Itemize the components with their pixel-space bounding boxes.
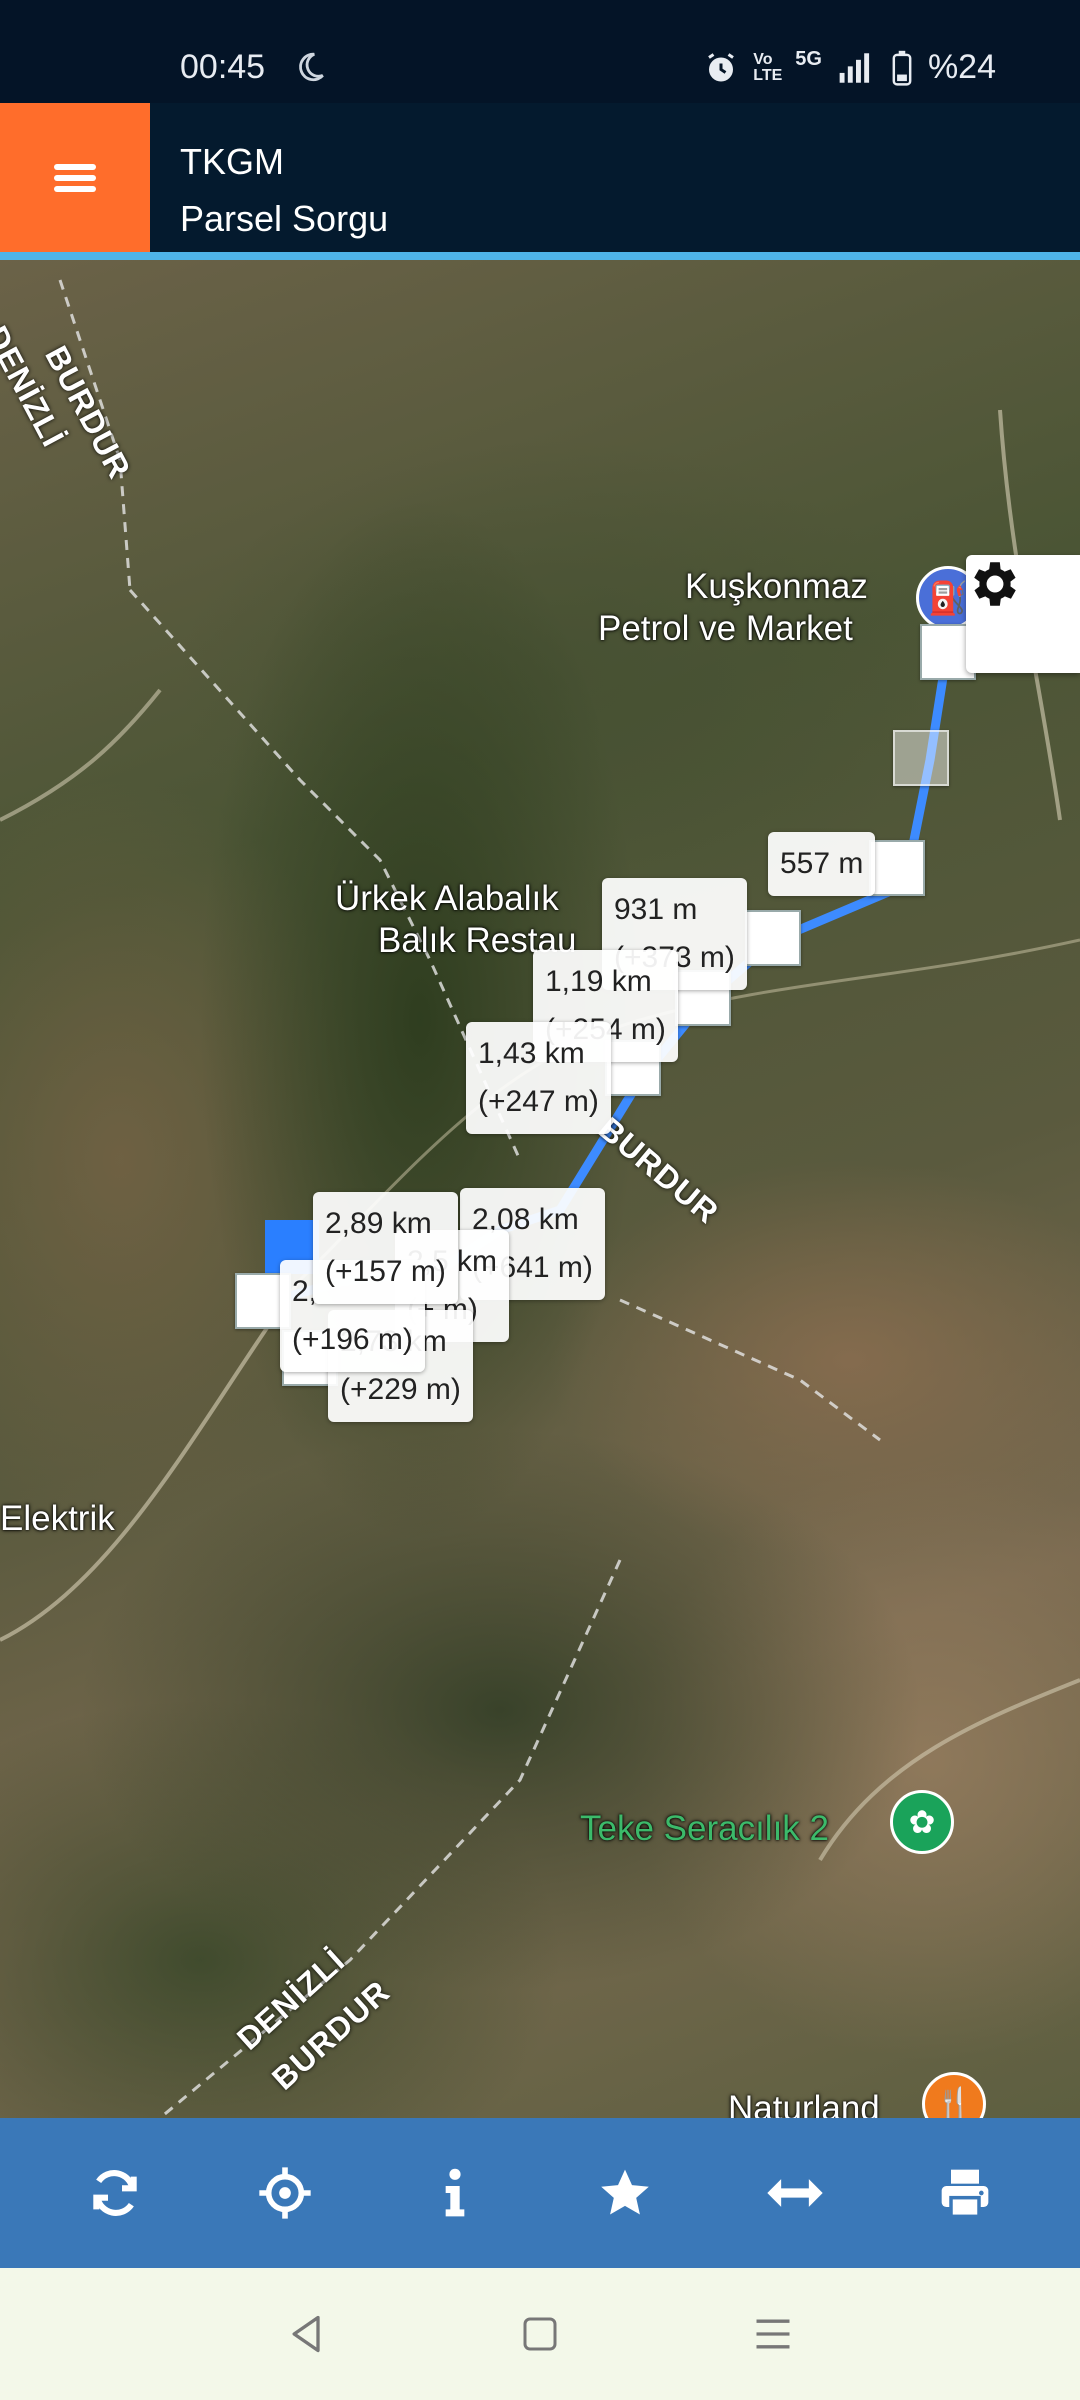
info-button[interactable]: [395, 2133, 515, 2253]
refresh-icon: [93, 2170, 137, 2216]
app-bar-accent-line: [0, 252, 1080, 260]
favorites-button[interactable]: [565, 2133, 685, 2253]
app-title: TKGM: [180, 141, 284, 182]
measure-label: 2,89 km (+157 m): [313, 1192, 458, 1304]
menu-button[interactable]: [0, 103, 150, 252]
system-nav-bar: [0, 2268, 1080, 2400]
print-button[interactable]: [905, 2133, 1025, 2253]
app-bar: TKGM Parsel Sorgu: [0, 103, 1080, 252]
battery-percent: %24: [927, 48, 996, 86]
back-button[interactable]: [267, 2294, 347, 2374]
recents-button[interactable]: [733, 2294, 813, 2374]
route-midpoint-handle[interactable]: [893, 730, 949, 786]
status-icons: Vo LTE 5G %24: [703, 48, 996, 87]
place-petrol-line2: Petrol ve Market: [598, 609, 853, 648]
crosshair-icon: [259, 2167, 311, 2219]
place-petrol-line1: Kuşkonmaz: [685, 567, 868, 606]
satellite-map[interactable]: BURDUR DENİZLİ BURDUR DENİZLİ BURDUR Kuş…: [0, 260, 1080, 2118]
measure-label: 1,43 km (+247 m): [466, 1022, 611, 1134]
measure-label: 557 m: [768, 832, 876, 896]
star-icon: [601, 2169, 649, 2215]
route-vertex-handle[interactable]: [869, 840, 925, 896]
status-time: 00:45: [180, 48, 266, 86]
hamburger-icon: [54, 159, 96, 197]
back-triangle-icon: [292, 2315, 320, 2353]
info-icon: [445, 2168, 465, 2217]
app-subtitle: Parsel Sorgu: [180, 198, 389, 239]
route-vertex-handle[interactable]: [745, 910, 801, 966]
menu-lines-icon: [756, 2319, 790, 2349]
place-teke: Teke Seracılık 2: [580, 1809, 829, 1848]
place-restaurant-line1: Ürkek Alabalık: [335, 879, 559, 918]
volte-indicator: Vo LTE: [753, 50, 783, 84]
signal-icon: [839, 52, 870, 83]
place-naturland: Naturland: [728, 2089, 880, 2118]
gear-icon: [974, 562, 1016, 606]
map-settings-button[interactable]: [966, 555, 1080, 673]
battery-icon: [892, 50, 912, 86]
moon-icon: [299, 52, 324, 82]
map-toolbar: [0, 2118, 1080, 2268]
home-square-icon: [523, 2317, 557, 2351]
printer-icon: [941, 2169, 989, 2219]
refresh-button[interactable]: [55, 2133, 175, 2253]
status-bar: 00:45 Vo LTE 5G %24: [0, 0, 1080, 103]
network-type: 5G: [795, 48, 822, 70]
alarm-icon: [708, 52, 735, 81]
home-button[interactable]: [500, 2294, 580, 2374]
app-screen: 00:45 Vo LTE 5G %24 TKGM Parsel Sorgu BU…: [0, 0, 1080, 2400]
place-elektrik: Elektrik: [0, 1499, 115, 1538]
measure-arrows-icon: [767, 2179, 823, 2207]
locate-button[interactable]: [225, 2133, 345, 2253]
garden-poi-icon[interactable]: ✿: [890, 1790, 954, 1854]
measure-button[interactable]: [735, 2133, 855, 2253]
